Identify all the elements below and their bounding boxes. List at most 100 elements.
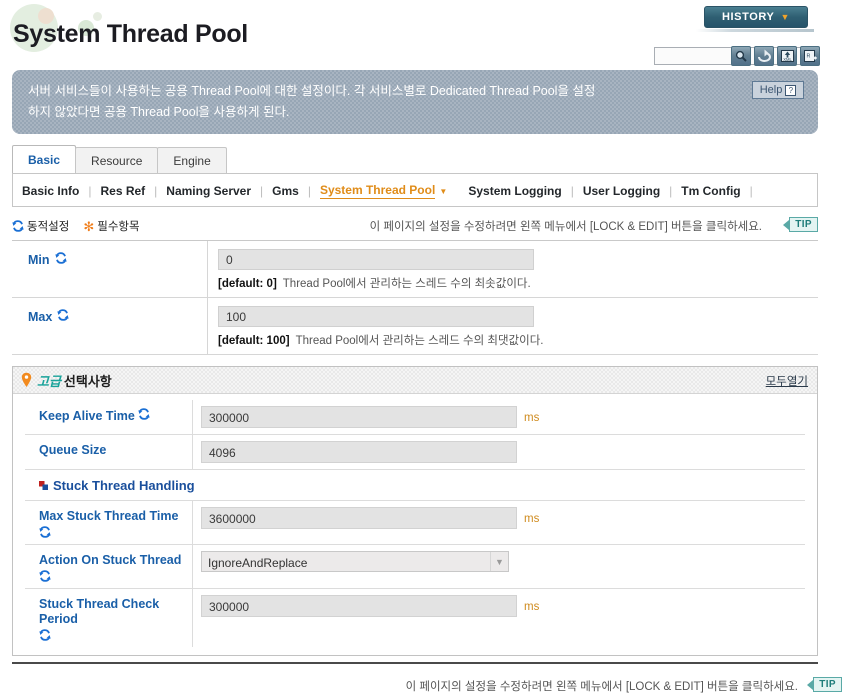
adv-label-stuck-thread-check-period-text: Stuck Thread Check Period bbox=[39, 597, 160, 626]
description-line-1: 서버 서비스들이 사용하는 공용 Thread Pool에 대한 설정이다. 각… bbox=[28, 84, 596, 98]
description-banner: 서버 서비스들이 사용하는 공용 Thread Pool에 대한 설정이다. 각… bbox=[12, 70, 818, 134]
tab-engine-label: Engine bbox=[173, 154, 211, 168]
tab-resource-label: Resource bbox=[91, 154, 143, 168]
advanced-panel-header: 고급 선택사항 모두열기 bbox=[13, 367, 817, 394]
sub-navigation: Basic Info | Res Ref | Naming Server | G… bbox=[22, 180, 762, 202]
open-all-link[interactable]: 모두열기 bbox=[766, 373, 808, 389]
subnav-item-res-ref[interactable]: Res Ref bbox=[100, 184, 145, 198]
tip-badge[interactable]: TIP bbox=[783, 217, 818, 232]
field-value-min: 0 [default: 0] Thread Pool에서 관리하는 스레드 수의 … bbox=[208, 241, 818, 297]
svg-text:XML: XML bbox=[783, 57, 792, 62]
field-label-min: Min bbox=[12, 241, 208, 297]
pin-marker-icon bbox=[21, 372, 32, 388]
adv-value-action-on-stuck-thread: IgnoreAndReplace ▼ bbox=[193, 545, 805, 588]
adv-label-action-on-stuck-thread-text: Action On Stuck Thread bbox=[39, 553, 182, 567]
history-underline-divider bbox=[696, 29, 814, 32]
field-row-max: Max 100 [default: 100] Thread Pool에서 관리하는… bbox=[12, 298, 818, 355]
adv-row-queue-size: Queue Size 4096 bbox=[25, 435, 805, 470]
adv-label-queue-size: Queue Size bbox=[25, 435, 193, 469]
legend-required-label: 필수항목 bbox=[97, 221, 140, 233]
legend-dynamic-label: 동적설정 bbox=[27, 221, 70, 233]
subnav-item-system-thread-pool[interactable]: System Thread Pool bbox=[319, 183, 436, 199]
subnav-separator: | bbox=[307, 184, 311, 198]
subnav-item-naming-server[interactable]: Naming Server bbox=[166, 184, 251, 198]
keep-alive-time-input[interactable]: 300000 bbox=[201, 406, 517, 428]
adv-row-keep-alive-time: Keep Alive Time 300000 ms bbox=[25, 400, 805, 435]
stuck-thread-check-period-input[interactable]: 300000 bbox=[201, 595, 517, 617]
stuck-thread-handling-title: Stuck Thread Handling bbox=[53, 478, 195, 493]
adv-label-keep-alive-time: Keep Alive Time bbox=[25, 400, 193, 434]
tab-engine[interactable]: Engine bbox=[157, 147, 227, 174]
adv-label-max-stuck-thread-time: Max Stuck Thread Time bbox=[25, 501, 193, 544]
asterisk-icon: ✻ bbox=[83, 218, 95, 234]
help-button[interactable]: Help ? bbox=[752, 81, 804, 99]
tab-basic[interactable]: Basic bbox=[12, 145, 77, 174]
refresh-icon bbox=[39, 570, 51, 582]
footer-tip-badge[interactable]: TIP bbox=[807, 677, 842, 692]
subnav-item-system-logging[interactable]: System Logging bbox=[468, 184, 561, 198]
max-input[interactable]: 100 bbox=[218, 306, 534, 327]
subnav-item-user-logging[interactable]: User Logging bbox=[583, 184, 660, 198]
description-line-2: 하지 않았다면 공용 Thread Pool을 사용하게 된다. bbox=[28, 105, 290, 119]
subnav-separator: | bbox=[570, 184, 574, 198]
xml-export-icon[interactable]: XML bbox=[777, 46, 797, 66]
legend-dynamic: 동적설정 bbox=[12, 218, 69, 234]
advanced-panel-body: Keep Alive Time 300000 ms Queue Size 409… bbox=[13, 394, 817, 655]
footer-lock-edit-hint: 이 페이지의 설정을 수정하려면 왼쪽 메뉴에서 [LOCK & EDIT] 버… bbox=[405, 681, 798, 693]
min-hint: [default: 0] Thread Pool에서 관리하는 스레드 수의 최솟… bbox=[218, 275, 818, 291]
action-on-stuck-thread-select[interactable]: IgnoreAndReplace ▼ bbox=[201, 551, 509, 572]
field-value-max: 100 [default: 100] Thread Pool에서 관리하는 스레드… bbox=[208, 298, 818, 354]
keep-alive-time-unit: ms bbox=[524, 412, 540, 424]
advanced-title-rest: 선택사항 bbox=[63, 373, 112, 389]
adv-row-stuck-thread-check-period: Stuck Thread Check Period 300000 ms bbox=[25, 589, 805, 647]
toolbar-icons: XML R bbox=[731, 46, 820, 66]
primary-tabs: Basic Resource Engine bbox=[12, 145, 227, 174]
max-stuck-thread-time-input[interactable]: 3600000 bbox=[201, 507, 517, 529]
subnav-item-gms[interactable]: Gms bbox=[272, 184, 299, 198]
refresh-icon bbox=[39, 526, 51, 538]
page-root: System Thread Pool HISTORY ▼ XML R 서버 서비… bbox=[0, 0, 854, 699]
adv-label-queue-size-text: Queue Size bbox=[39, 443, 107, 457]
min-input[interactable]: 0 bbox=[218, 249, 534, 270]
subnav-item-basic-info[interactable]: Basic Info bbox=[22, 184, 79, 198]
max-stuck-thread-time-unit: ms bbox=[524, 513, 540, 525]
refresh-icon bbox=[57, 309, 69, 321]
legend-required: ✻ 필수항목 bbox=[83, 218, 139, 234]
page-title: System Thread Pool bbox=[13, 20, 248, 48]
adv-value-max-stuck-thread-time: 3600000 ms bbox=[193, 501, 805, 544]
max-default-label: [default: 100] bbox=[218, 335, 290, 347]
section-bullet-icon bbox=[39, 481, 48, 490]
lock-edit-hint: 이 페이지의 설정을 수정하려면 왼쪽 메뉴에서 [LOCK & EDIT] 버… bbox=[369, 221, 762, 233]
tab-resource[interactable]: Resource bbox=[75, 147, 159, 174]
chevron-down-icon[interactable]: ▼ bbox=[439, 187, 447, 196]
adv-label-action-on-stuck-thread: Action On Stuck Thread bbox=[25, 545, 193, 588]
stuck-thread-check-period-unit: ms bbox=[524, 601, 540, 613]
footer-tip-label: TIP bbox=[813, 677, 842, 692]
subnav-separator: | bbox=[88, 184, 92, 198]
advanced-panel: 고급 선택사항 모두열기 Keep Alive Time 300000 ms Q… bbox=[12, 366, 818, 656]
question-mark-icon: ? bbox=[785, 84, 797, 96]
subnav-separator: | bbox=[260, 184, 264, 198]
subnav-item-tm-config[interactable]: Tm Config bbox=[681, 184, 740, 198]
queue-size-input[interactable]: 4096 bbox=[201, 441, 517, 463]
basic-field-table: Min 0 [default: 0] Thread Pool에서 관리하는 스레드… bbox=[12, 240, 818, 355]
subnav-separator: | bbox=[154, 184, 158, 198]
field-label-max: Max bbox=[12, 298, 208, 354]
advanced-title-korean: 고급 bbox=[37, 373, 61, 389]
adv-label-stuck-thread-check-period: Stuck Thread Check Period bbox=[25, 589, 193, 647]
history-button[interactable]: HISTORY ▼ bbox=[704, 6, 808, 28]
subnav-separator: | bbox=[669, 184, 673, 198]
refresh-icon bbox=[54, 252, 67, 264]
field-label-max-text: Max bbox=[28, 310, 53, 324]
stuck-thread-handling-header: Stuck Thread Handling bbox=[25, 470, 805, 501]
search-icon[interactable] bbox=[731, 46, 751, 66]
footer-divider bbox=[12, 662, 818, 664]
tip-badge-label: TIP bbox=[789, 217, 818, 232]
report-export-icon[interactable]: R bbox=[800, 46, 820, 66]
help-button-label: Help bbox=[759, 83, 783, 96]
chevron-down-icon: ▼ bbox=[490, 552, 508, 571]
field-row-min: Min 0 [default: 0] Thread Pool에서 관리하는 스레드… bbox=[12, 241, 818, 298]
reload-icon[interactable] bbox=[754, 46, 774, 66]
adv-row-action-on-stuck-thread: Action On Stuck Thread IgnoreAndReplace bbox=[25, 545, 805, 589]
refresh-icon bbox=[12, 220, 24, 232]
